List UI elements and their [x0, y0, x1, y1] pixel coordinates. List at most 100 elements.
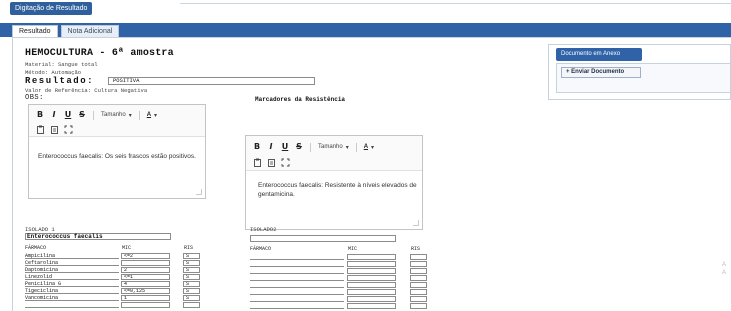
exam-title: HEMOCULTURA - 6ª amostra [25, 48, 174, 59]
send-document-button[interactable]: + Enviar Documento [561, 67, 641, 78]
size-select[interactable]: Tamanho ▾ [98, 112, 135, 119]
top-divider [180, 3, 731, 4]
font-color-select[interactable]: A ▾ [144, 112, 160, 119]
maximize-icon[interactable] [61, 123, 75, 135]
mic-input[interactable]: <=0,125 [121, 288, 170, 294]
isolate2-header-mic: MIC [348, 246, 358, 252]
mic-input[interactable]: <=2 [121, 253, 170, 259]
mic-input[interactable] [347, 282, 396, 288]
documents-panel-title: Documento em Anexo [556, 48, 642, 61]
result-label: Resultado: [25, 76, 95, 86]
mic-input[interactable] [347, 289, 396, 295]
table-row-drug[interactable] [250, 261, 344, 267]
table-row-drug[interactable]: Ampicilina [25, 253, 119, 259]
strike-button[interactable]: S [75, 109, 89, 121]
markers-text: Enterococcus faecalis: Resistente à níve… [258, 182, 417, 198]
paste-text-icon[interactable] [47, 123, 61, 135]
toolbar-separator [355, 142, 357, 152]
isolate2-organism-input[interactable] [250, 235, 396, 242]
window-title: Digitação de Resultado [10, 2, 93, 15]
mic-input[interactable]: 4 [121, 281, 170, 287]
ris-input[interactable] [410, 261, 427, 267]
faint-text: A [722, 270, 727, 276]
italic-button[interactable]: I [264, 141, 278, 153]
table-row-drug[interactable]: Vancomicina [25, 295, 119, 301]
bold-button[interactable]: B [33, 109, 47, 121]
strike-button[interactable]: S [292, 141, 306, 153]
result-input[interactable]: POSITIVA [108, 77, 315, 85]
resize-grip-icon[interactable] [196, 189, 202, 195]
toolbar-separator [310, 142, 311, 152]
ris-input[interactable]: S [183, 288, 200, 294]
ris-input[interactable] [410, 254, 427, 260]
obs-label: OBS: [25, 94, 44, 102]
mic-input[interactable]: 1 [121, 295, 170, 301]
reference-value: Valor de Referência: Cultura Negativa [25, 87, 148, 94]
toolbar-separator [138, 110, 140, 120]
isolate1-header-ris: RIS [184, 245, 194, 251]
table-row-drug[interactable] [250, 268, 344, 274]
mic-input[interactable] [347, 268, 396, 274]
mic-input[interactable] [347, 254, 396, 260]
table-row-drug[interactable] [250, 275, 344, 281]
table-row-drug[interactable] [250, 289, 344, 295]
mic-input[interactable]: 2 [121, 267, 170, 273]
chevron-down-icon: ▾ [128, 112, 132, 119]
table-row-drug[interactable]: Penicilina G [25, 281, 119, 287]
mic-input[interactable] [121, 260, 170, 266]
ris-input[interactable]: S [183, 253, 200, 259]
mic-input[interactable] [347, 261, 396, 267]
chevron-down-icon: ▾ [154, 112, 158, 119]
table-row-drug[interactable] [250, 303, 344, 309]
paste-icon[interactable] [250, 156, 264, 168]
ris-input[interactable] [410, 289, 427, 295]
chevron-down-icon: ▾ [371, 144, 375, 151]
font-color-label: A [363, 144, 369, 150]
underline-button[interactable]: U [61, 109, 75, 121]
ris-input[interactable]: S [183, 274, 200, 280]
mic-input[interactable] [121, 302, 170, 308]
ris-input[interactable] [410, 282, 427, 288]
table-row-drug[interactable] [250, 282, 344, 288]
tab-nota-adicional[interactable]: Nota Adicional [60, 25, 120, 37]
markers-editor[interactable]: B I U S Tamanho ▾ A ▾ Enterococcus faecali… [245, 135, 423, 230]
underline-button[interactable]: U [278, 141, 292, 153]
table-row-drug[interactable] [25, 302, 119, 308]
mic-input[interactable] [347, 275, 396, 281]
obs-editor[interactable]: B I U S Tamanho ▾ A ▾ Enterococcus faecali… [28, 104, 206, 199]
italic-button[interactable]: I [47, 109, 61, 121]
obs-editor-toolbar: B I U S Tamanho ▾ A ▾ [29, 105, 205, 137]
ris-input[interactable]: S [183, 260, 200, 266]
ris-input[interactable]: S [183, 295, 200, 301]
mic-input[interactable] [347, 296, 396, 302]
ris-input[interactable] [410, 268, 427, 274]
maximize-icon[interactable] [278, 156, 292, 168]
bold-button[interactable]: B [250, 141, 264, 153]
mic-input[interactable]: <=1 [121, 274, 170, 280]
table-row-drug[interactable]: Ceftarolina [25, 260, 119, 266]
font-color-label: A [146, 112, 152, 118]
isolate2-header-ris: RIS [411, 246, 421, 252]
mic-input[interactable] [347, 303, 396, 309]
table-row-drug[interactable] [250, 296, 344, 302]
paste-icon[interactable] [33, 123, 47, 135]
font-color-select[interactable]: A ▾ [361, 144, 377, 151]
tab-resultado[interactable]: Resultado [12, 25, 58, 37]
table-row-drug[interactable]: Daptomicina [25, 267, 119, 273]
top-strip [0, 0, 731, 22]
ris-input[interactable] [410, 296, 427, 302]
paste-text-icon[interactable] [264, 156, 278, 168]
table-row-drug[interactable]: Linezolid [25, 274, 119, 280]
isolate1-header-drug: FÁRMACO [25, 245, 47, 251]
ris-input[interactable]: S [183, 281, 200, 287]
ris-input[interactable] [410, 303, 427, 309]
tab-bar: Resultado Nota Adicional [12, 25, 120, 37]
size-select[interactable]: Tamanho ▾ [315, 144, 352, 151]
ris-input[interactable]: S [183, 267, 200, 273]
table-row-drug[interactable]: Tigeciclina [25, 288, 119, 294]
ris-input[interactable] [183, 302, 200, 308]
isolate1-organism-input[interactable]: Enterococcus faecalis [25, 233, 171, 240]
resize-grip-icon[interactable] [413, 220, 419, 226]
ris-input[interactable] [410, 275, 427, 281]
table-row-drug[interactable] [250, 254, 344, 260]
